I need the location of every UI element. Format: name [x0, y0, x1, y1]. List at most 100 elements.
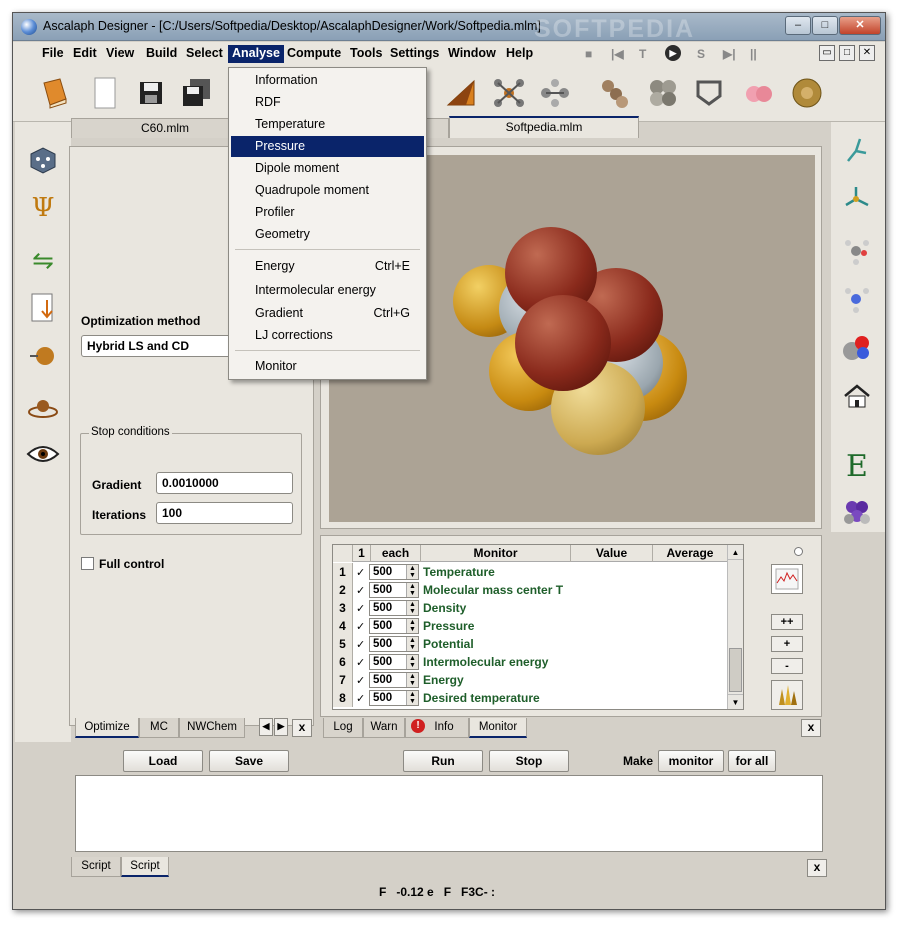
col-value-header[interactable]: Value: [571, 545, 653, 562]
menu-select[interactable]: Select: [182, 45, 227, 63]
table-row[interactable]: 7 ✓ 500 ▲ ▼ Energy: [333, 671, 728, 689]
save-icon[interactable]: [131, 72, 171, 114]
atom-pointer-icon[interactable]: [23, 336, 63, 376]
script-editor[interactable]: [75, 775, 823, 852]
row-checkbox[interactable]: ✓: [356, 692, 365, 705]
make-for-all-button[interactable]: for all: [728, 750, 776, 772]
scroll-up-icon[interactable]: ▲: [728, 545, 743, 560]
tab-script-2[interactable]: Script: [121, 857, 169, 877]
tab-nwchem[interactable]: NWChem: [179, 718, 245, 738]
open-book-icon[interactable]: [35, 72, 75, 114]
pause-icon[interactable]: ||: [750, 47, 757, 61]
col-monitor-header[interactable]: Monitor: [421, 545, 571, 562]
home-icon[interactable]: [837, 376, 877, 416]
table-row[interactable]: 4 ✓ 500 ▲ ▼ Pressure: [333, 617, 728, 635]
gradient-input[interactable]: 0.0010000: [156, 472, 293, 494]
menu-settings[interactable]: Settings: [386, 45, 443, 63]
chain-molecule-icon[interactable]: [595, 72, 635, 114]
each-spinbox[interactable]: 500 ▲ ▼: [369, 654, 419, 670]
tab-log[interactable]: Log: [323, 718, 363, 738]
amino-group-icon[interactable]: [837, 278, 877, 318]
stop-button[interactable]: Stop: [489, 750, 569, 772]
maximize-button[interactable]: □: [812, 16, 838, 35]
menu-view[interactable]: View: [102, 45, 138, 63]
load-button[interactable]: Load: [123, 750, 203, 772]
close-left-panel-button[interactable]: x: [292, 719, 312, 737]
row-checkbox[interactable]: ✓: [356, 566, 365, 579]
close-button[interactable]: ✕: [839, 16, 881, 35]
hydroxyl-group-icon[interactable]: [837, 328, 877, 368]
each-spinbox[interactable]: 500 ▲ ▼: [369, 618, 419, 634]
tab-scroll-left-icon[interactable]: ◀: [259, 718, 273, 736]
chart-icon[interactable]: [771, 564, 803, 594]
methyl-group-icon[interactable]: [837, 230, 877, 270]
col-each-header[interactable]: each: [371, 545, 421, 562]
each-spinbox[interactable]: 500 ▲ ▼: [369, 690, 419, 706]
close-monitor-panel-button[interactable]: x: [801, 719, 821, 737]
menu-analyse[interactable]: Analyse: [228, 45, 284, 63]
menu-item-gradient[interactable]: Gradient Ctrl+G: [231, 303, 424, 324]
each-spinbox[interactable]: 500 ▲ ▼: [369, 636, 419, 652]
new-file-icon[interactable]: [85, 72, 125, 114]
table-row[interactable]: 2 ✓ 500 ▲ ▼ Molecular mass center T: [333, 581, 728, 599]
step-sim-icon[interactable]: S: [697, 47, 705, 61]
molecule-tool-icon[interactable]: [489, 72, 529, 114]
tab-warn[interactable]: Warn: [363, 718, 405, 738]
rewind-icon[interactable]: |◀: [611, 47, 624, 61]
tab-monitor[interactable]: Monitor: [469, 718, 527, 738]
menu-file[interactable]: File: [38, 45, 68, 63]
col-check-header[interactable]: 1: [353, 545, 371, 562]
add-all-monitors-button[interactable]: ++: [771, 614, 803, 630]
close-script-panel-button[interactable]: x: [807, 859, 827, 877]
tab-optimize[interactable]: Optimize: [75, 718, 139, 738]
forward-end-icon[interactable]: ▶|: [723, 47, 736, 61]
energy-e-icon[interactable]: E: [837, 446, 877, 486]
menu-edit[interactable]: Edit: [69, 45, 101, 63]
each-spinbox[interactable]: 500 ▲ ▼: [369, 672, 419, 688]
minimize-button[interactable]: –: [785, 16, 811, 35]
tab-scroll-right-icon[interactable]: ▶: [274, 718, 288, 736]
cluster-molecule-icon[interactable]: [643, 72, 683, 114]
iterations-input[interactable]: 100: [156, 502, 293, 524]
bond-angle-icon[interactable]: [441, 72, 481, 114]
each-spinbox[interactable]: 500 ▲ ▼: [369, 600, 419, 616]
fullerene-icon[interactable]: [787, 72, 827, 114]
bond-branch-icon[interactable]: [837, 130, 877, 170]
make-monitor-button[interactable]: monitor: [658, 750, 724, 772]
remove-monitor-button[interactable]: -: [771, 658, 803, 674]
stop-sim-icon[interactable]: ■: [585, 47, 592, 61]
row-checkbox[interactable]: ✓: [356, 602, 365, 615]
table-row[interactable]: 5 ✓ 500 ▲ ▼ Potential: [333, 635, 728, 653]
row-checkbox[interactable]: ✓: [356, 674, 365, 687]
dice-icon[interactable]: [23, 140, 63, 180]
row-checkbox[interactable]: ✓: [356, 656, 365, 669]
axes-icon[interactable]: [837, 178, 877, 218]
menu-tools[interactable]: Tools: [346, 45, 386, 63]
menu-item-dipole-moment[interactable]: Dipole moment: [231, 158, 424, 179]
full-control-checkbox[interactable]: [81, 557, 94, 570]
each-spinbox[interactable]: 500 ▲ ▼: [369, 582, 419, 598]
play-icon[interactable]: ▶: [665, 45, 681, 61]
scroll-thumb[interactable]: [729, 648, 742, 692]
table-row[interactable]: 3 ✓ 500 ▲ ▼ Density: [333, 599, 728, 617]
menu-item-monitor[interactable]: Monitor: [231, 356, 424, 377]
grape-cluster-icon[interactable]: [837, 492, 877, 532]
menu-item-energy[interactable]: Energy Ctrl+E: [231, 256, 424, 277]
menu-item-geometry[interactable]: Geometry: [231, 224, 424, 245]
tab-script-1[interactable]: Script: [71, 857, 121, 877]
save-all-icon[interactable]: [177, 72, 217, 114]
rotate-view-icon[interactable]: [23, 388, 63, 428]
menu-item-intermolecular-energy[interactable]: Intermolecular energy: [231, 280, 424, 301]
menu-item-lj-corrections[interactable]: LJ corrections: [231, 325, 424, 346]
mdi-minimize-button[interactable]: ▭: [819, 45, 835, 61]
temperature-sim-icon[interactable]: T: [639, 47, 646, 61]
menu-help[interactable]: Help: [502, 45, 537, 63]
table-row[interactable]: 8 ✓ 500 ▲ ▼ Desired temperature: [333, 689, 728, 707]
mdi-restore-button[interactable]: □: [839, 45, 855, 61]
tab-softpedia[interactable]: Softpedia.mlm: [449, 116, 639, 138]
fragment-tool-icon[interactable]: [535, 72, 575, 114]
menu-item-pressure[interactable]: Pressure: [231, 136, 424, 157]
menu-item-information[interactable]: Information: [231, 70, 424, 91]
script-down-icon[interactable]: [23, 288, 63, 328]
menu-item-profiler[interactable]: Profiler: [231, 202, 424, 223]
